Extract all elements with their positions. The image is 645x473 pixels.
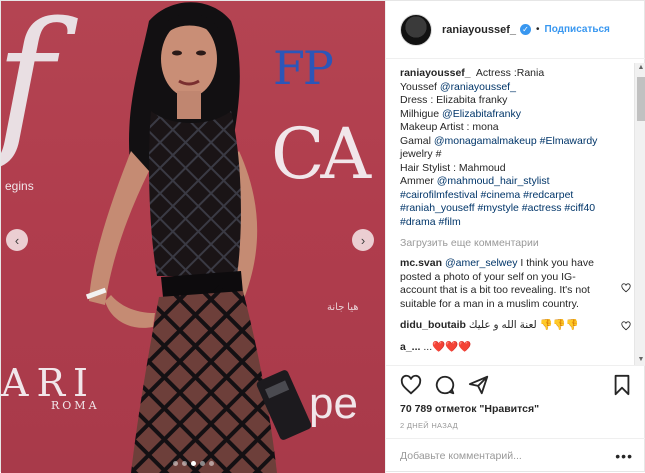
caption-mention[interactable]: @Elizabitafranky <box>442 108 521 120</box>
separator-dot: • <box>535 24 540 35</box>
comment-mention[interactable]: @amer_selwey <box>445 257 518 269</box>
add-comment-bar: ••• <box>386 438 645 473</box>
caption-text: Milhigue <box>400 107 443 120</box>
bookmark-icon[interactable] <box>611 374 633 396</box>
comments-scrollbar[interactable]: ▲ ▼ <box>634 63 645 365</box>
scroll-down-arrow-icon[interactable]: ▼ <box>637 356 645 364</box>
post-actions <box>386 365 645 403</box>
caption-text: Ammer <box>400 175 437 187</box>
caption-username[interactable]: raniayoussef_ <box>400 67 471 79</box>
caption-text: Hair Stylist : Mahmoud <box>400 161 506 174</box>
carousel-dot <box>199 461 205 466</box>
backdrop-logo-f: f <box>1 1 54 161</box>
caption-text: Actress :Rania <box>475 67 545 79</box>
caption-mention[interactable]: @raniayoussef_ <box>440 81 516 93</box>
caption-text: Gamal <box>400 134 434 147</box>
backdrop-text-pe: pe <box>309 379 358 428</box>
header-username[interactable]: raniayoussef_ <box>442 24 516 36</box>
carousel-dot <box>208 461 214 466</box>
backdrop-text-egins: egins <box>5 179 34 193</box>
comment-input[interactable] <box>400 450 610 462</box>
like-heart-icon[interactable] <box>400 374 422 396</box>
caption-text: Youssef <box>400 80 440 93</box>
like-comment-icon[interactable] <box>621 321 631 331</box>
comment-text: لعنة الله و عليك 👎👎👎 <box>468 319 579 331</box>
photo-watermark: هيا جانة <box>327 302 359 313</box>
carousel-dot <box>181 461 187 466</box>
caption-hashtag[interactable]: #Elmawardy <box>540 135 598 147</box>
comment-username[interactable]: didu_boutaib <box>400 319 466 331</box>
caption-hashtags[interactable]: #raniah_youseff #mystyle #actress #ciff4… <box>400 202 595 214</box>
carousel-dot <box>172 461 178 466</box>
comment-username[interactable]: mc.svan <box>400 257 442 269</box>
next-slide-button[interactable]: › <box>352 229 374 251</box>
caption-text: jewelry # <box>400 148 442 160</box>
comments-list: raniayoussef_ Actress :Rania Youssef @ran… <box>386 59 645 365</box>
scroll-up-arrow-icon[interactable]: ▲ <box>637 64 645 72</box>
previous-slide-button[interactable]: ‹ <box>6 229 28 251</box>
post-caption: raniayoussef_ Actress :Rania Youssef @ran… <box>400 67 622 229</box>
comment-item: a_... ...❤️❤️❤️ <box>400 341 633 355</box>
post-header: raniayoussef_ ✓ • Подписаться <box>386 1 645 59</box>
post-media[interactable]: f egins FP CA ARI ROMA pe <box>1 1 385 473</box>
caption-mention[interactable]: @monagamalmakeup <box>434 135 537 147</box>
scrollbar-thumb[interactable] <box>637 77 645 121</box>
avatar[interactable] <box>400 13 432 46</box>
caption-hashtags[interactable]: #cairofilmfestival #cinema #redcarpet <box>400 189 573 201</box>
caption-mention[interactable]: @mahmoud_hair_stylist <box>437 175 550 187</box>
load-more-comments-button[interactable]: Загрузить еще комментарии <box>400 237 633 249</box>
chevron-right-icon: › <box>360 232 366 248</box>
more-options-icon[interactable]: ••• <box>615 448 633 464</box>
carousel-dot <box>190 461 196 466</box>
caption-text: Dress : Elizabita franky <box>400 94 508 106</box>
carousel-indicator <box>1 461 385 466</box>
share-icon[interactable] <box>468 374 490 396</box>
follow-button[interactable]: Подписаться <box>545 24 610 35</box>
comment-text: ...❤️❤️❤️ <box>423 340 472 353</box>
likes-count[interactable]: 70 789 отметок "Нравится" <box>400 403 539 415</box>
photo-subject <box>85 2 311 473</box>
verified-icon: ✓ <box>519 24 531 35</box>
comment-username[interactable]: a_... <box>400 341 420 353</box>
like-comment-icon[interactable] <box>621 283 631 293</box>
comment-item: didu_boutaib لعنة الله و عليك 👎👎👎 <box>400 319 633 333</box>
caption-hashtags[interactable]: #drama #film <box>400 216 461 228</box>
post-timestamp[interactable]: 2 ДНЕЙ НАЗАД <box>400 421 458 430</box>
caption-text: Makeup Artist : mona <box>400 121 499 133</box>
chevron-left-icon: ‹ <box>14 232 20 248</box>
instagram-post: f egins FP CA ARI ROMA pe <box>0 0 645 473</box>
post-side-panel: raniayoussef_ ✓ • Подписаться raniayouss… <box>385 1 645 473</box>
comment-bubble-icon[interactable] <box>434 374 456 396</box>
comment-item: mc.svan @amer_selwey I think you have po… <box>400 257 633 311</box>
